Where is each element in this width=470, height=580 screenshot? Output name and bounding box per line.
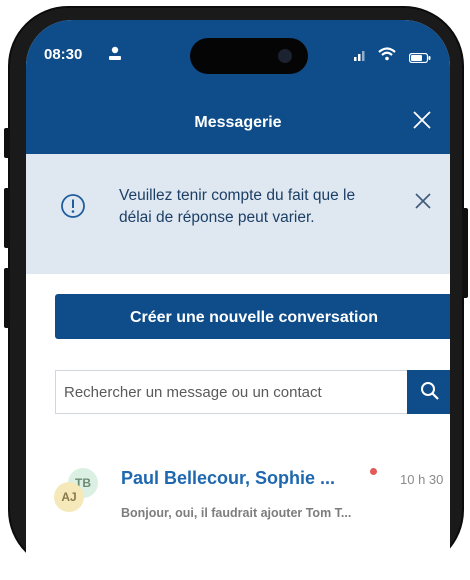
side-button	[462, 208, 468, 298]
search-input[interactable]	[55, 370, 407, 414]
battery-icon	[408, 50, 431, 68]
wifi-icon	[378, 47, 396, 66]
conversation-item[interactable]: TB AJ Paul Bellecour, Sophie ... 10 h 30…	[26, 450, 450, 550]
conversation-time: 10 h 30	[400, 472, 444, 487]
status-time: 08:30	[44, 46, 83, 63]
conversation-preview: Bonjour, oui, il faudrait ajouter Tom T.…	[121, 506, 352, 520]
info-banner: Veuillez tenir compte du fait que le dél…	[26, 154, 450, 274]
close-icon[interactable]	[414, 192, 432, 215]
conversation-name: Paul Bellecour, Sophie ...	[121, 468, 336, 488]
unread-indicator	[370, 468, 377, 475]
signal-icon	[354, 48, 368, 66]
create-conversation-button[interactable]: Créer une nouvelle conversation	[55, 294, 450, 339]
side-button	[4, 268, 10, 328]
camera-icon	[278, 49, 292, 63]
screen: 08:30 Messagerie Veuillez tenir compte d…	[26, 20, 450, 580]
avatar: AJ	[54, 482, 84, 512]
person-icon	[108, 46, 122, 66]
side-button	[4, 128, 10, 158]
search-bar	[55, 370, 450, 414]
side-button	[4, 188, 10, 248]
search-icon	[420, 381, 440, 404]
avatar-group: TB AJ	[54, 468, 104, 518]
banner-message: Veuillez tenir compte du fait que le dél…	[119, 187, 356, 226]
page-title: Messagerie	[194, 114, 282, 131]
search-button[interactable]	[407, 370, 450, 414]
phone-frame: 08:30 Messagerie Veuillez tenir compte d…	[4, 8, 468, 580]
status-bar: 08:30	[26, 20, 450, 82]
app-header: 08:30 Messagerie	[26, 20, 450, 154]
info-icon	[60, 193, 86, 224]
dynamic-island	[190, 38, 308, 74]
close-icon[interactable]	[412, 110, 432, 135]
